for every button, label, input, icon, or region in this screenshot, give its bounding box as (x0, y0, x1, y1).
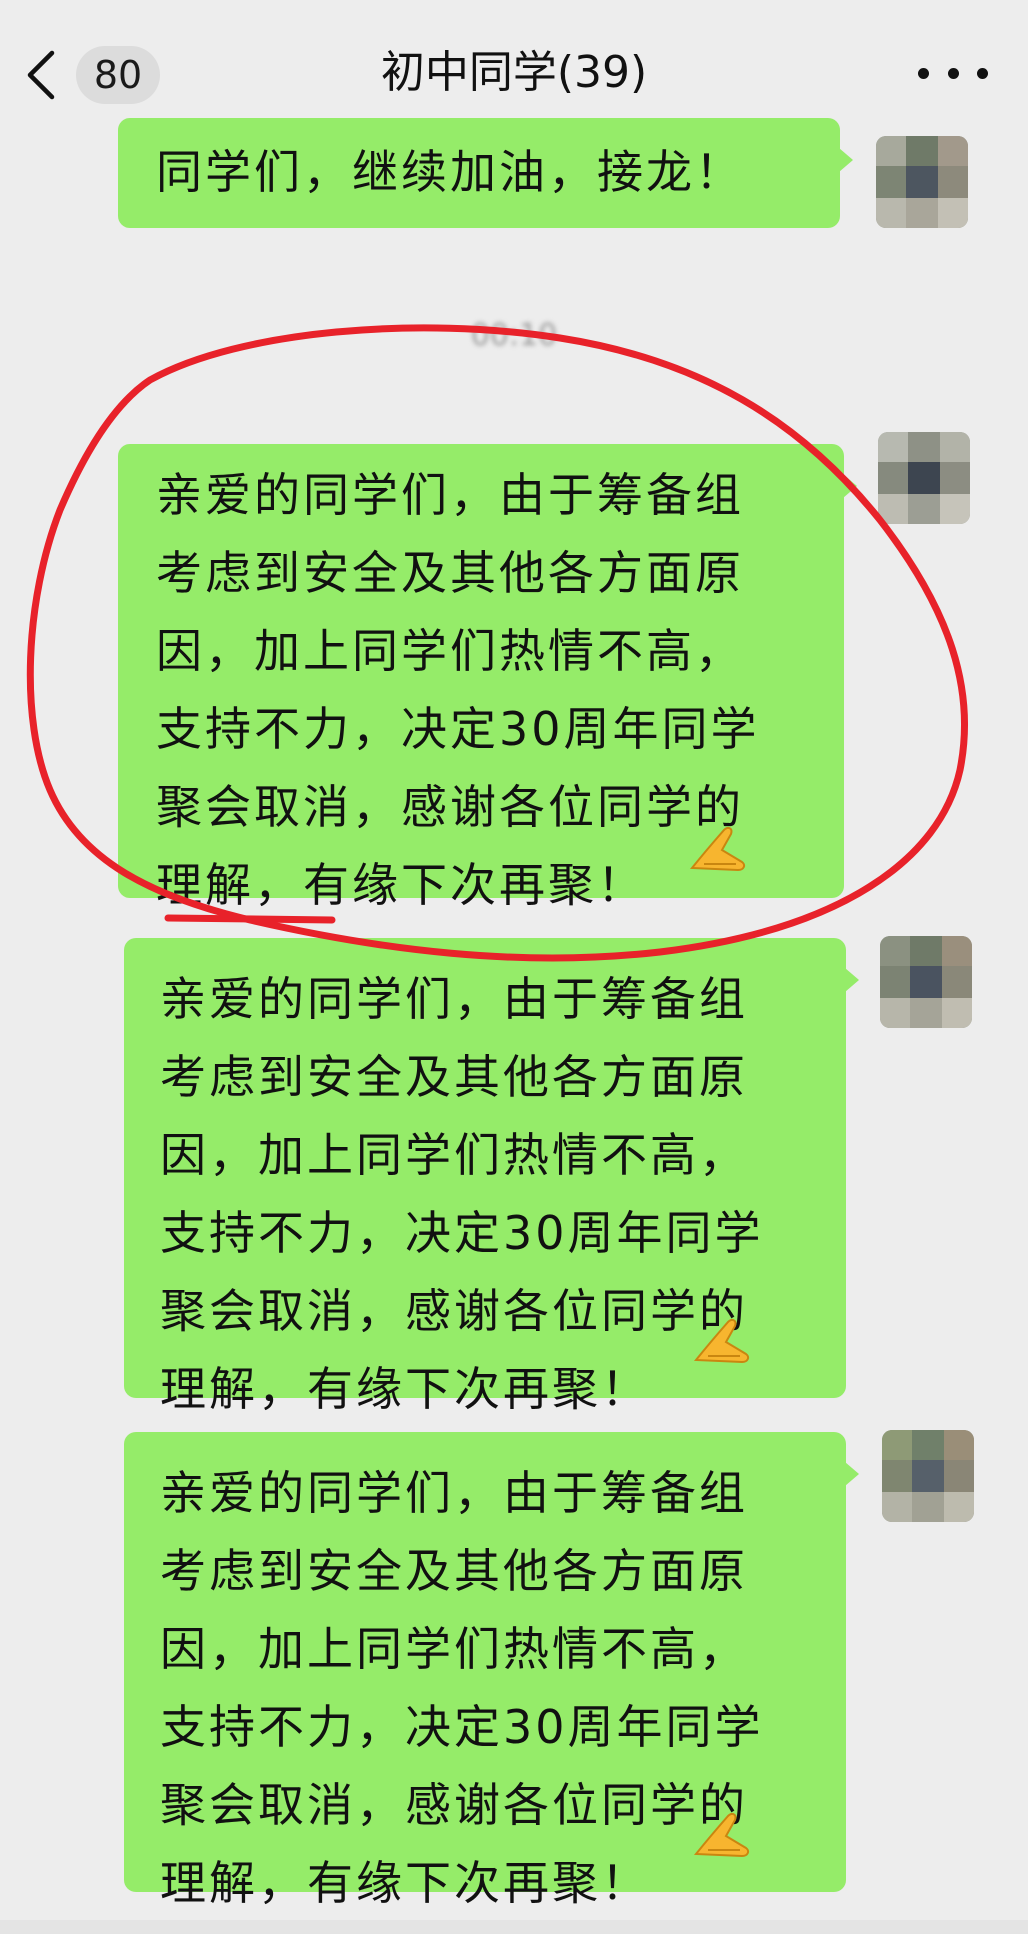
praying-hands-emoji (693, 1812, 750, 1858)
message-timestamp: 00:10 (470, 318, 558, 353)
avatar[interactable] (876, 136, 968, 228)
message-text: 同学们，继续加油，接龙！ (156, 145, 744, 199)
ellipsis-icon (918, 67, 929, 79)
message-bubble[interactable]: 同学们，继续加油，接龙！ (118, 118, 853, 228)
bottom-edge (0, 1920, 1028, 1934)
avatar[interactable] (878, 432, 970, 524)
praying-hands-emoji (693, 1318, 750, 1364)
avatar[interactable] (882, 1430, 974, 1522)
praying-hands-emoji (689, 826, 746, 872)
chat-title: 初中同学(39) (380, 47, 648, 98)
avatar[interactable] (880, 936, 972, 1028)
more-options-button[interactable] (918, 58, 988, 88)
